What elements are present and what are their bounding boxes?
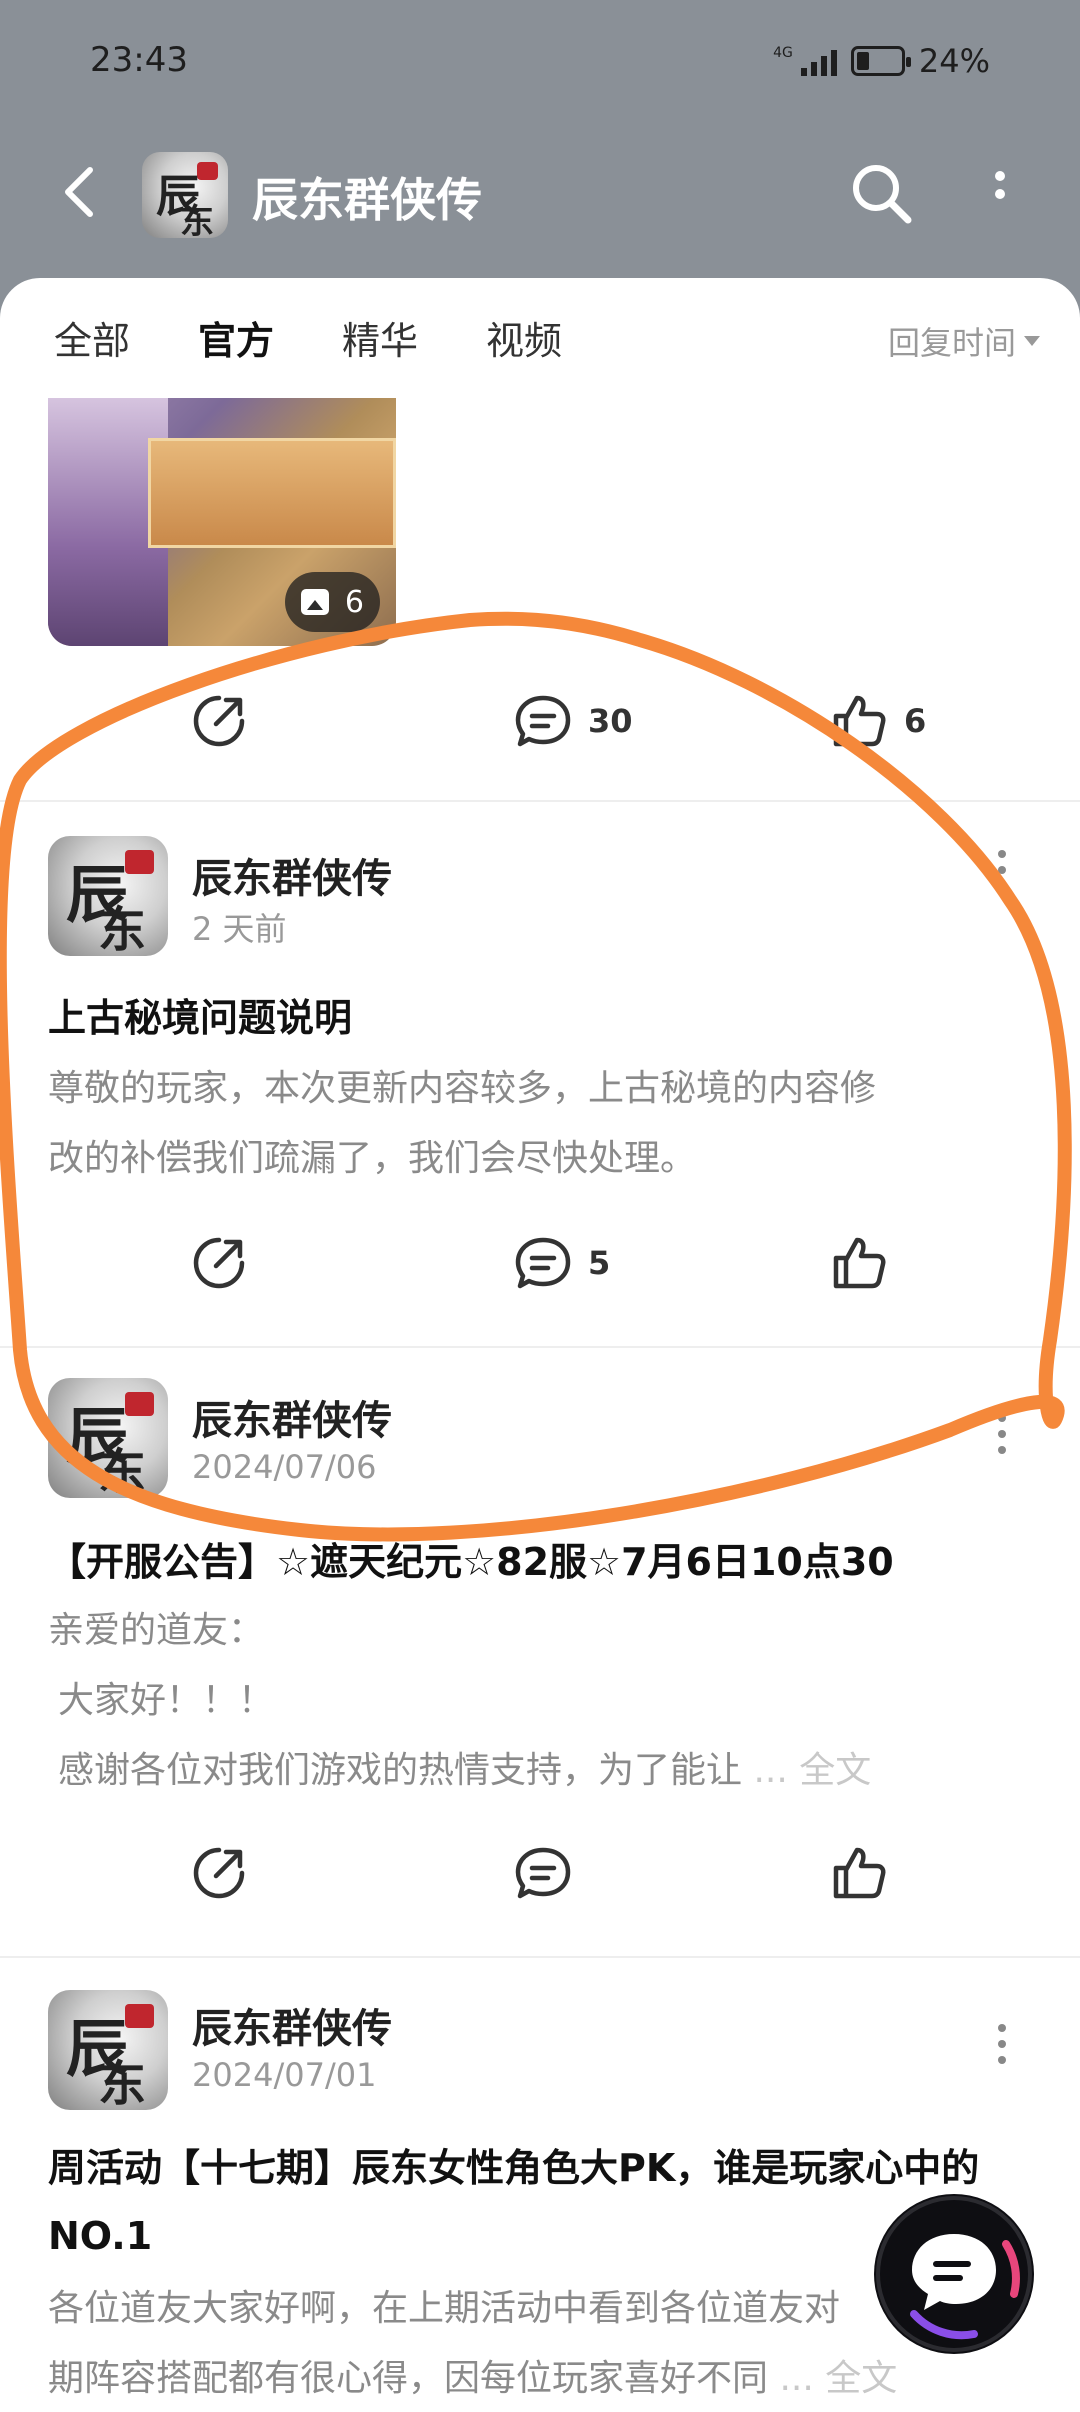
post-actions: 30 6 xyxy=(0,676,1080,766)
more-vertical-icon[interactable] xyxy=(990,1412,1014,1456)
tab-bar: 全部 官方 精华 视频 回复时间 xyxy=(0,278,1080,398)
post-body[interactable]: 亲爱的道友： 大家好！！！ 感谢各位对我们游戏的热情支持，为了能让 ... 全文 xyxy=(48,1596,1038,1806)
image-count-badge: 6 xyxy=(284,572,380,632)
content-card: 全部 官方 精华 视频 回复时间 6 30 6 辰东 辰东群侠传 2 天前 上古… xyxy=(0,278,1080,2412)
status-bar: 23:43 4G 24% xyxy=(0,0,1080,120)
like-count: 6 xyxy=(904,702,927,740)
thumbs-up-icon xyxy=(833,1847,886,1899)
sort-dropdown[interactable]: 回复时间 xyxy=(888,318,1040,364)
tab-all[interactable]: 全部 xyxy=(54,310,130,365)
avatar[interactable]: 辰东 xyxy=(48,836,168,956)
image-icon xyxy=(300,589,329,615)
battery-icon xyxy=(850,46,911,76)
share-icon xyxy=(193,1237,245,1289)
comment-button[interactable]: 30 xyxy=(514,676,633,766)
thumbs-up-icon xyxy=(833,1237,886,1289)
battery-percent: 24% xyxy=(918,42,990,80)
status-time: 23:43 xyxy=(90,40,188,80)
network-type: 4G xyxy=(773,45,793,61)
more-vertical-icon[interactable] xyxy=(990,848,1014,892)
post-time: 2 天前 xyxy=(192,910,287,948)
read-more-link[interactable]: 全文 xyxy=(799,1750,871,1791)
thumbs-up-icon xyxy=(833,695,886,747)
sort-label: 回复时间 xyxy=(887,324,1016,362)
chat-fab-button[interactable] xyxy=(874,2194,1034,2354)
comment-button[interactable]: 5 xyxy=(514,1218,610,1308)
page-title: 辰东群侠传 xyxy=(252,173,482,227)
comment-icon xyxy=(515,695,571,747)
comment-count: 30 xyxy=(588,702,633,740)
comment-icon xyxy=(515,1847,571,1899)
more-vertical-icon[interactable] xyxy=(980,164,1020,224)
more-vertical-icon[interactable] xyxy=(990,2022,1014,2066)
post-author[interactable]: 辰东群侠传 xyxy=(192,1388,392,1446)
avatar[interactable]: 辰东 xyxy=(48,1378,168,1498)
game-logo: 辰东 xyxy=(142,152,228,238)
chat-bubble-icon xyxy=(876,2196,1032,2352)
search-icon[interactable] xyxy=(846,158,916,228)
back-arrow-icon[interactable] xyxy=(52,162,112,222)
share-icon xyxy=(193,695,245,747)
avatar[interactable]: 辰东 xyxy=(48,1990,168,2110)
share-button[interactable] xyxy=(190,1828,248,1918)
tab-featured[interactable]: 精华 xyxy=(342,310,418,365)
post-image[interactable]: 6 xyxy=(48,398,396,646)
comment-button[interactable] xyxy=(514,1828,572,1918)
app-header: 辰东 辰东群侠传 xyxy=(0,140,1080,250)
share-button[interactable] xyxy=(190,676,248,766)
read-more-link[interactable]: 全文 xyxy=(825,2358,897,2399)
post-time: 2024/07/01 xyxy=(192,2056,377,2094)
signal-icon: 4G xyxy=(773,46,837,76)
like-button[interactable] xyxy=(830,1218,888,1308)
post-title[interactable]: 【开服公告】☆遮天纪元☆82服☆7月6日10点30 xyxy=(48,1532,1028,1592)
post-time: 2024/07/06 xyxy=(192,1448,377,1486)
post-actions xyxy=(0,1828,1080,1918)
comment-icon xyxy=(515,1237,571,1289)
comment-count: 5 xyxy=(588,1244,611,1282)
status-right: 4G 24% xyxy=(773,42,990,80)
caret-down-icon xyxy=(1024,336,1040,346)
post-body[interactable]: 尊敬的玩家，本次更新内容较多，上古秘境的内容修 改的补偿我们疏漏了，我们会尽快处… xyxy=(48,1054,1038,1194)
tab-video[interactable]: 视频 xyxy=(486,310,562,365)
like-button[interactable]: 6 xyxy=(830,676,926,766)
tab-official[interactable]: 官方 xyxy=(198,310,274,367)
post-title[interactable]: 上古秘境问题说明 xyxy=(48,988,1028,1048)
share-button[interactable] xyxy=(190,1218,248,1308)
share-icon xyxy=(193,1847,245,1899)
post-author[interactable]: 辰东群侠传 xyxy=(192,846,392,904)
post-actions: 5 xyxy=(0,1218,1080,1308)
like-button[interactable] xyxy=(830,1828,888,1918)
post-author[interactable]: 辰东群侠传 xyxy=(192,1996,392,2054)
